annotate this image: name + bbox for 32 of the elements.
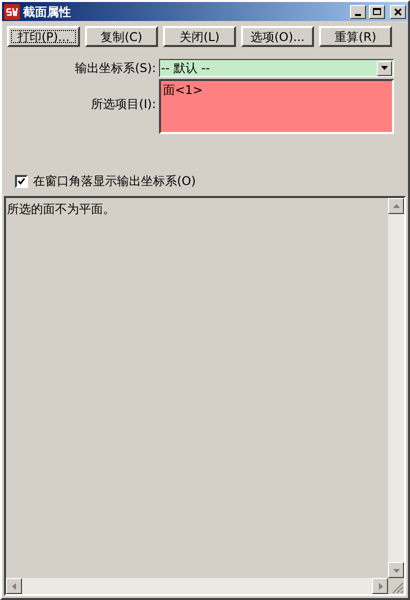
close-icon xyxy=(393,6,403,16)
scroll-right-button[interactable] xyxy=(372,578,388,594)
field-label: 所选项目(I): xyxy=(90,96,156,113)
window-title: 截面属性 xyxy=(23,4,72,20)
coordinate-system-dropdown[interactable]: -- 默认 -- xyxy=(159,59,394,77)
horizontal-scrollbar[interactable] xyxy=(6,578,388,594)
list-item[interactable]: 面<1> xyxy=(163,81,390,99)
checkbox-label: 在窗口角落显示输出坐标系(O) xyxy=(33,173,196,190)
maximize-button[interactable] xyxy=(369,4,385,18)
field-label: 输出坐标系(S): xyxy=(74,60,156,77)
vertical-scrollbar[interactable] xyxy=(388,198,404,578)
scroll-down-button[interactable] xyxy=(388,562,404,578)
app-logo-icon xyxy=(4,4,20,20)
checkbox[interactable] xyxy=(15,174,28,188)
arrow-icon xyxy=(392,202,400,210)
arrow-icon xyxy=(376,582,384,590)
arrow-icon xyxy=(10,582,18,590)
toolbar-button[interactable]: 打印(P)... xyxy=(7,26,80,47)
toolbar-button[interactable]: 选项(O)... xyxy=(241,26,314,47)
toolbar-button[interactable]: 复制(C) xyxy=(85,26,158,47)
close-button[interactable] xyxy=(390,4,406,18)
toolbar-button[interactable]: 关闭(L) xyxy=(163,26,236,47)
minimize-icon xyxy=(355,14,361,16)
selection-list[interactable]: 面<1> xyxy=(159,79,394,134)
scroll-up-button[interactable] xyxy=(388,198,404,214)
scroll-left-button[interactable] xyxy=(6,578,22,594)
maximize-icon xyxy=(372,6,382,16)
toolbar-button[interactable]: 重算(R) xyxy=(319,26,392,47)
minimize-button[interactable] xyxy=(350,4,366,18)
results-text: 所选的面不为平面。 xyxy=(6,201,116,218)
checkmark-icon xyxy=(18,178,25,184)
arrow-icon xyxy=(392,566,400,574)
